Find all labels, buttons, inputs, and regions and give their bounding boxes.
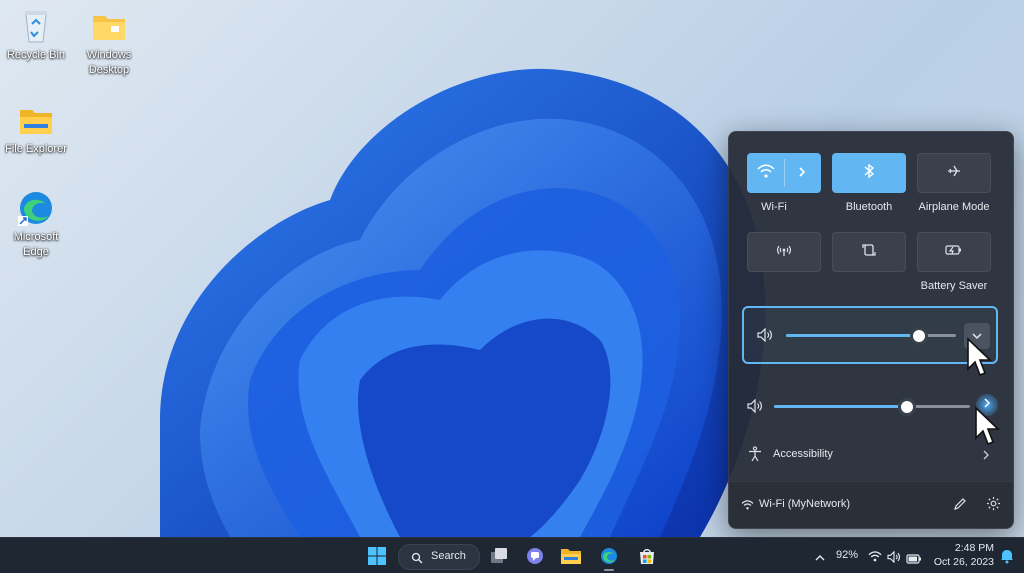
system-tray-quick-settings-button[interactable]	[864, 544, 924, 568]
teams-chat-icon	[527, 548, 543, 564]
volume-fill-primary	[786, 334, 919, 337]
mouse-cursor-icon	[975, 406, 1000, 446]
taskbar-search-box[interactable]: Search	[398, 544, 480, 570]
taskbar: Search 92% 2:48 PM Oct 26, 2023	[0, 537, 1024, 573]
volume-slider-primary[interactable]	[742, 306, 998, 364]
battery-percentage[interactable]: 92%	[836, 549, 858, 561]
file-explorer-icon	[16, 100, 56, 140]
clock-date: Oct 26, 2023	[933, 556, 994, 568]
desktop-icon-label: Microsoft Edge	[13, 231, 59, 258]
airplane-icon	[946, 163, 962, 184]
task-view-button[interactable]	[486, 543, 512, 569]
accessibility-row[interactable]: Accessibility	[742, 440, 998, 468]
active-app-indicator	[604, 569, 614, 571]
wifi-icon	[741, 498, 754, 516]
volume-track-secondary[interactable]	[774, 398, 970, 416]
edit-pencil-icon[interactable]	[953, 497, 967, 516]
mobile-hotspot-icon	[776, 242, 792, 263]
windows-logo-icon	[368, 547, 386, 565]
edge-icon	[16, 188, 56, 228]
edge-icon	[601, 548, 617, 564]
mobile-hotspot-tile[interactable]	[747, 232, 821, 272]
volume-thumb-secondary[interactable]	[898, 398, 916, 416]
clock-time: 2:48 PM	[954, 542, 994, 554]
desktop-icon-file-explorer[interactable]: File Explorer	[4, 100, 68, 157]
bluetooth-toggle-tile[interactable]	[832, 153, 906, 193]
wifi-icon	[757, 164, 775, 185]
volume-thumb-primary[interactable]	[910, 327, 928, 345]
folder-icon	[89, 6, 129, 46]
bluetooth-tile-label: Bluetooth	[845, 201, 893, 213]
airplane-mode-tile-label: Airplane Mode	[918, 201, 990, 213]
quick-settings-panel: Wi-Fi Bluetooth Airplane Mode Battery Sa…	[728, 131, 1014, 529]
volume-fill-secondary	[774, 405, 907, 408]
microsoft-store-button[interactable]	[634, 543, 660, 569]
rotation-lock-tile[interactable]	[832, 232, 906, 272]
speaker-icon	[887, 550, 901, 568]
clock-button[interactable]: 2:48 PM Oct 26, 2023	[928, 541, 994, 571]
battery-saver-tile[interactable]	[917, 232, 991, 272]
speaker-icon	[747, 398, 763, 418]
desktop-icon-label: File Explorer	[5, 143, 67, 155]
wifi-expand-chevron-icon[interactable]	[797, 165, 807, 184]
battery-saver-tile-label: Battery Saver	[920, 280, 988, 292]
wifi-tile-label: Wi-Fi	[761, 201, 787, 213]
search-icon	[411, 551, 423, 569]
chevron-up-icon[interactable]	[814, 550, 826, 568]
recycle-bin-icon	[16, 6, 56, 46]
notification-bell-icon[interactable]	[1000, 548, 1014, 569]
volume-slider-secondary[interactable]	[742, 388, 998, 422]
search-label: Search	[431, 550, 466, 562]
rotation-lock-icon	[861, 242, 877, 263]
desktop-icon-recycle-bin[interactable]: Recycle Bin	[4, 6, 68, 63]
desktop-icon-windows-desktop[interactable]: Windows Desktop	[77, 6, 141, 78]
accessibility-label: Accessibility	[773, 448, 833, 460]
battery-saver-icon	[945, 243, 963, 261]
desktop-icon-label: Recycle Bin	[6, 49, 66, 61]
network-name-label[interactable]: Wi-Fi (MyNetwork)	[759, 498, 850, 510]
mouse-cursor-icon	[967, 337, 992, 377]
teams-chat-button[interactable]	[522, 543, 548, 569]
settings-gear-icon[interactable]	[986, 496, 1001, 516]
task-view-icon	[491, 548, 507, 563]
battery-icon	[906, 551, 922, 569]
airplane-mode-tile[interactable]	[917, 153, 991, 193]
bluetooth-icon	[863, 163, 875, 184]
file-explorer-taskbar-button[interactable]	[558, 543, 584, 569]
volume-track-primary[interactable]	[786, 327, 956, 345]
accessibility-icon	[747, 446, 763, 467]
desktop-icon-microsoft-edge[interactable]: Microsoft Edge	[4, 188, 68, 260]
wifi-icon	[868, 550, 882, 568]
edge-taskbar-button[interactable]	[596, 543, 622, 569]
microsoft-store-icon	[640, 549, 654, 564]
speaker-icon	[757, 327, 773, 347]
desktop-icon-label: Windows Desktop	[86, 49, 132, 76]
start-button[interactable]	[364, 543, 390, 569]
file-explorer-icon	[561, 549, 581, 564]
chevron-right-icon	[982, 448, 990, 466]
quick-settings-footer: Wi-Fi (MyNetwork)	[729, 481, 1013, 528]
wifi-toggle-tile[interactable]	[747, 153, 821, 193]
